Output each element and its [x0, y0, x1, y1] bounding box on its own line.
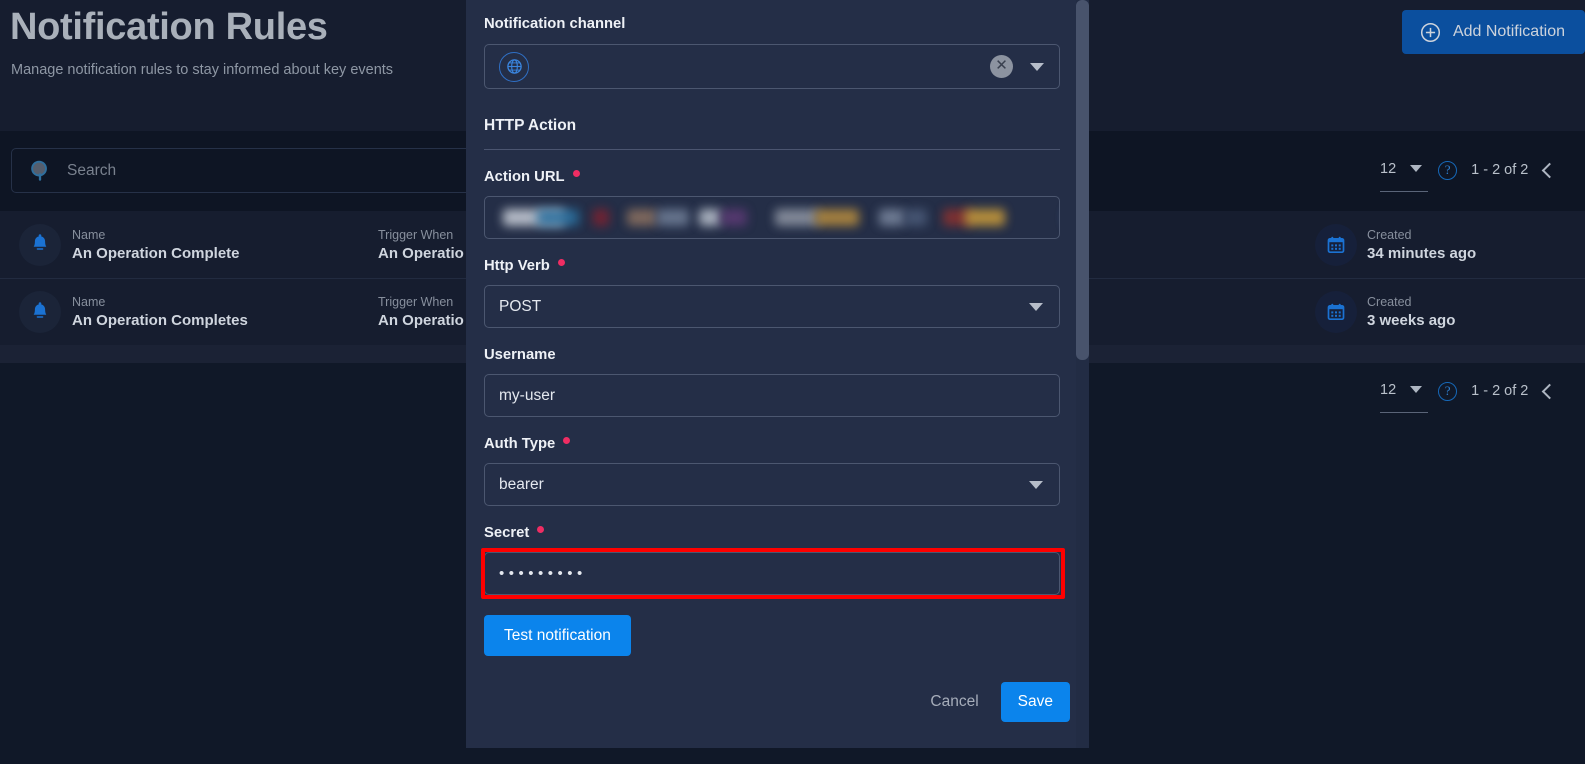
secret-value: •••••••••	[499, 565, 587, 582]
label-text: Http Verb	[484, 258, 550, 274]
question-mark-icon[interactable]: ?	[1438, 381, 1458, 401]
cell-value: 3 weeks ago	[1367, 312, 1456, 329]
auth-type-value: bearer	[499, 475, 544, 493]
redacted-url-segment	[879, 209, 905, 226]
page-size-underline	[1380, 411, 1428, 413]
pagination-top: 12 ? 1 - 2 of 2	[1380, 155, 1558, 192]
pagination-range: 1 - 2 of 2	[1471, 383, 1529, 399]
auth-type-label: Auth Type	[484, 436, 1070, 452]
notification-edit-dialog: Notification channel ✕ HTTP Action Actio…	[466, 0, 1088, 748]
label-text: Action URL	[484, 169, 565, 185]
redacted-url-segment	[721, 209, 747, 226]
http-verb-value: POST	[499, 297, 542, 315]
cell-label: Created	[1367, 227, 1412, 242]
calendar-icon	[1315, 223, 1357, 266]
redacted-url-segment	[657, 209, 689, 226]
page-size-select[interactable]: 12	[1380, 160, 1428, 192]
redacted-url-segment	[775, 209, 819, 226]
add-notification-button[interactable]: Add Notification	[1401, 10, 1585, 54]
chevron-left-icon[interactable]	[1542, 383, 1558, 399]
label-text: Notification channel	[484, 16, 626, 32]
cell-label: Trigger When	[378, 295, 454, 309]
redacted-url-segment	[627, 209, 657, 226]
required-indicator	[557, 259, 565, 266]
http-verb-select[interactable]: POST	[484, 285, 1060, 328]
calendar-icon	[1315, 291, 1357, 333]
redacted-url-segment	[593, 209, 609, 226]
test-notification-button[interactable]: Test notification	[484, 615, 631, 656]
action-url-label: Action URL	[484, 169, 1070, 185]
secret-field-wrapper: •••••••••	[481, 548, 1065, 599]
search-placeholder: Search	[67, 161, 117, 179]
dialog-scrollbar-thumb[interactable]	[1076, 0, 1089, 360]
chevron-down-icon	[1410, 386, 1423, 393]
redacted-url-segment	[537, 209, 579, 226]
chevron-down-icon	[1410, 165, 1423, 172]
redacted-url-segment	[965, 209, 1005, 226]
cell-value: 34 minutes ago	[1367, 244, 1477, 262]
username-value: my-user	[499, 386, 555, 404]
page-size-underline	[1380, 190, 1428, 192]
secret-input[interactable]: •••••••••	[484, 552, 1060, 595]
dialog-footer: Cancel Save	[930, 682, 1070, 722]
page-title: Notification Rules	[10, 6, 328, 48]
cancel-button[interactable]: Cancel	[930, 693, 978, 711]
notification-channel-select[interactable]: ✕	[484, 44, 1060, 89]
cell-name: Name An Operation Completes	[72, 295, 248, 329]
page-size-value: 12	[1380, 160, 1397, 177]
add-notification-label: Add Notification	[1452, 23, 1565, 40]
cell-value: An Operation Completes	[72, 312, 248, 329]
dialog-body: Notification channel ✕ HTTP Action Actio…	[466, 0, 1088, 656]
username-label: Username	[484, 347, 1070, 363]
http-verb-label: Http Verb	[484, 258, 1070, 274]
chevron-down-icon	[1029, 480, 1043, 489]
cell-value: An Operation Complete	[72, 244, 240, 262]
redacted-url-segment	[699, 209, 721, 226]
label-text: Username	[484, 347, 556, 363]
required-indicator	[563, 437, 571, 444]
cell-name: Name An Operation Complete	[72, 228, 240, 262]
page-size-value: 12	[1380, 381, 1397, 398]
auth-type-select[interactable]: bearer	[484, 463, 1060, 506]
pagination-range: 1 - 2 of 2	[1471, 162, 1529, 178]
http-action-section-title: HTTP Action	[484, 117, 577, 134]
chevron-down-icon	[1029, 302, 1043, 311]
globe-icon	[499, 51, 529, 82]
search-icon	[28, 158, 53, 183]
pagination-bottom: 12 ? 1 - 2 of 2	[1380, 376, 1558, 413]
label-text: Auth Type	[484, 436, 556, 452]
cell-trigger: Trigger When An Operatio	[378, 295, 464, 329]
cell-value: An Operatio	[378, 244, 464, 262]
plus-circle-icon	[1420, 22, 1441, 43]
redacted-url-segment	[905, 209, 927, 226]
cell-label: Name	[72, 295, 106, 309]
cell-label: Trigger When	[378, 227, 454, 242]
bell-icon	[19, 291, 61, 333]
page-size-select[interactable]: 12	[1380, 381, 1428, 413]
cell-label: Name	[72, 227, 106, 242]
label-text: Secret	[484, 525, 530, 541]
action-url-input[interactable]	[484, 196, 1060, 239]
cell-trigger: Trigger When An Operatio	[378, 228, 464, 262]
required-indicator	[537, 526, 545, 533]
cell-created: Created 34 minutes ago	[1367, 228, 1476, 262]
bell-icon	[19, 223, 61, 266]
required-indicator	[572, 170, 580, 177]
chevron-left-icon[interactable]	[1542, 162, 1558, 178]
cell-label: Created	[1367, 295, 1412, 309]
notification-channel-label: Notification channel	[484, 16, 1070, 32]
cell-value: An Operatio	[378, 312, 464, 329]
page-subtitle: Manage notification rules to stay inform…	[11, 62, 394, 78]
cell-created: Created 3 weeks ago	[1367, 295, 1455, 329]
question-mark-icon[interactable]: ?	[1438, 160, 1458, 180]
secret-label: Secret	[484, 525, 1070, 541]
chevron-down-icon	[1030, 62, 1044, 71]
section-divider	[484, 149, 1060, 150]
clear-circle-x-icon[interactable]: ✕	[990, 55, 1013, 78]
save-button[interactable]: Save	[1000, 682, 1070, 722]
username-input[interactable]: my-user	[484, 374, 1060, 417]
redacted-url-segment	[815, 209, 859, 226]
